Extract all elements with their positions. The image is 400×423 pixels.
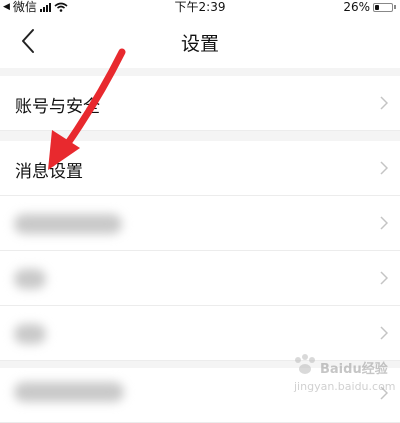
status-bar: ◀ 微信 下午2:39 26% <box>0 0 400 14</box>
blurred-label <box>14 269 46 289</box>
chevron-right-icon <box>380 271 388 285</box>
chevron-right-icon <box>380 326 388 340</box>
page-title: 设置 <box>180 33 219 55</box>
settings-item-blurred-4[interactable] <box>0 368 400 423</box>
battery-percent: 26% <box>343 0 370 14</box>
battery-cap <box>394 5 396 9</box>
battery-fill <box>375 4 379 10</box>
settings-group-main: 消息设置 <box>0 141 400 361</box>
settings-group-more <box>0 368 400 423</box>
status-right: 26% <box>343 0 396 14</box>
blurred-label <box>14 382 124 402</box>
chevron-right-icon <box>380 216 388 230</box>
settings-item-blurred-2[interactable] <box>0 251 400 306</box>
settings-item-blurred-1[interactable] <box>0 196 400 251</box>
settings-group-account: 账号与安全 <box>0 76 400 131</box>
settings-item-message[interactable]: 消息设置 <box>0 141 400 196</box>
battery-icon <box>373 2 393 12</box>
settings-item-label: 账号与安全 <box>15 97 100 117</box>
status-time: 下午2:39 <box>174 0 226 14</box>
chevron-right-icon <box>380 96 388 110</box>
settings-item-blurred-3[interactable] <box>0 306 400 361</box>
nav-bar: 设置 <box>0 14 400 68</box>
chevron-right-icon <box>380 161 388 175</box>
blurred-label <box>14 324 46 344</box>
chevron-right-icon <box>380 386 388 400</box>
settings-item-account-security[interactable]: 账号与安全 <box>0 76 400 131</box>
blurred-label <box>14 214 122 234</box>
settings-item-label: 消息设置 <box>15 162 83 182</box>
